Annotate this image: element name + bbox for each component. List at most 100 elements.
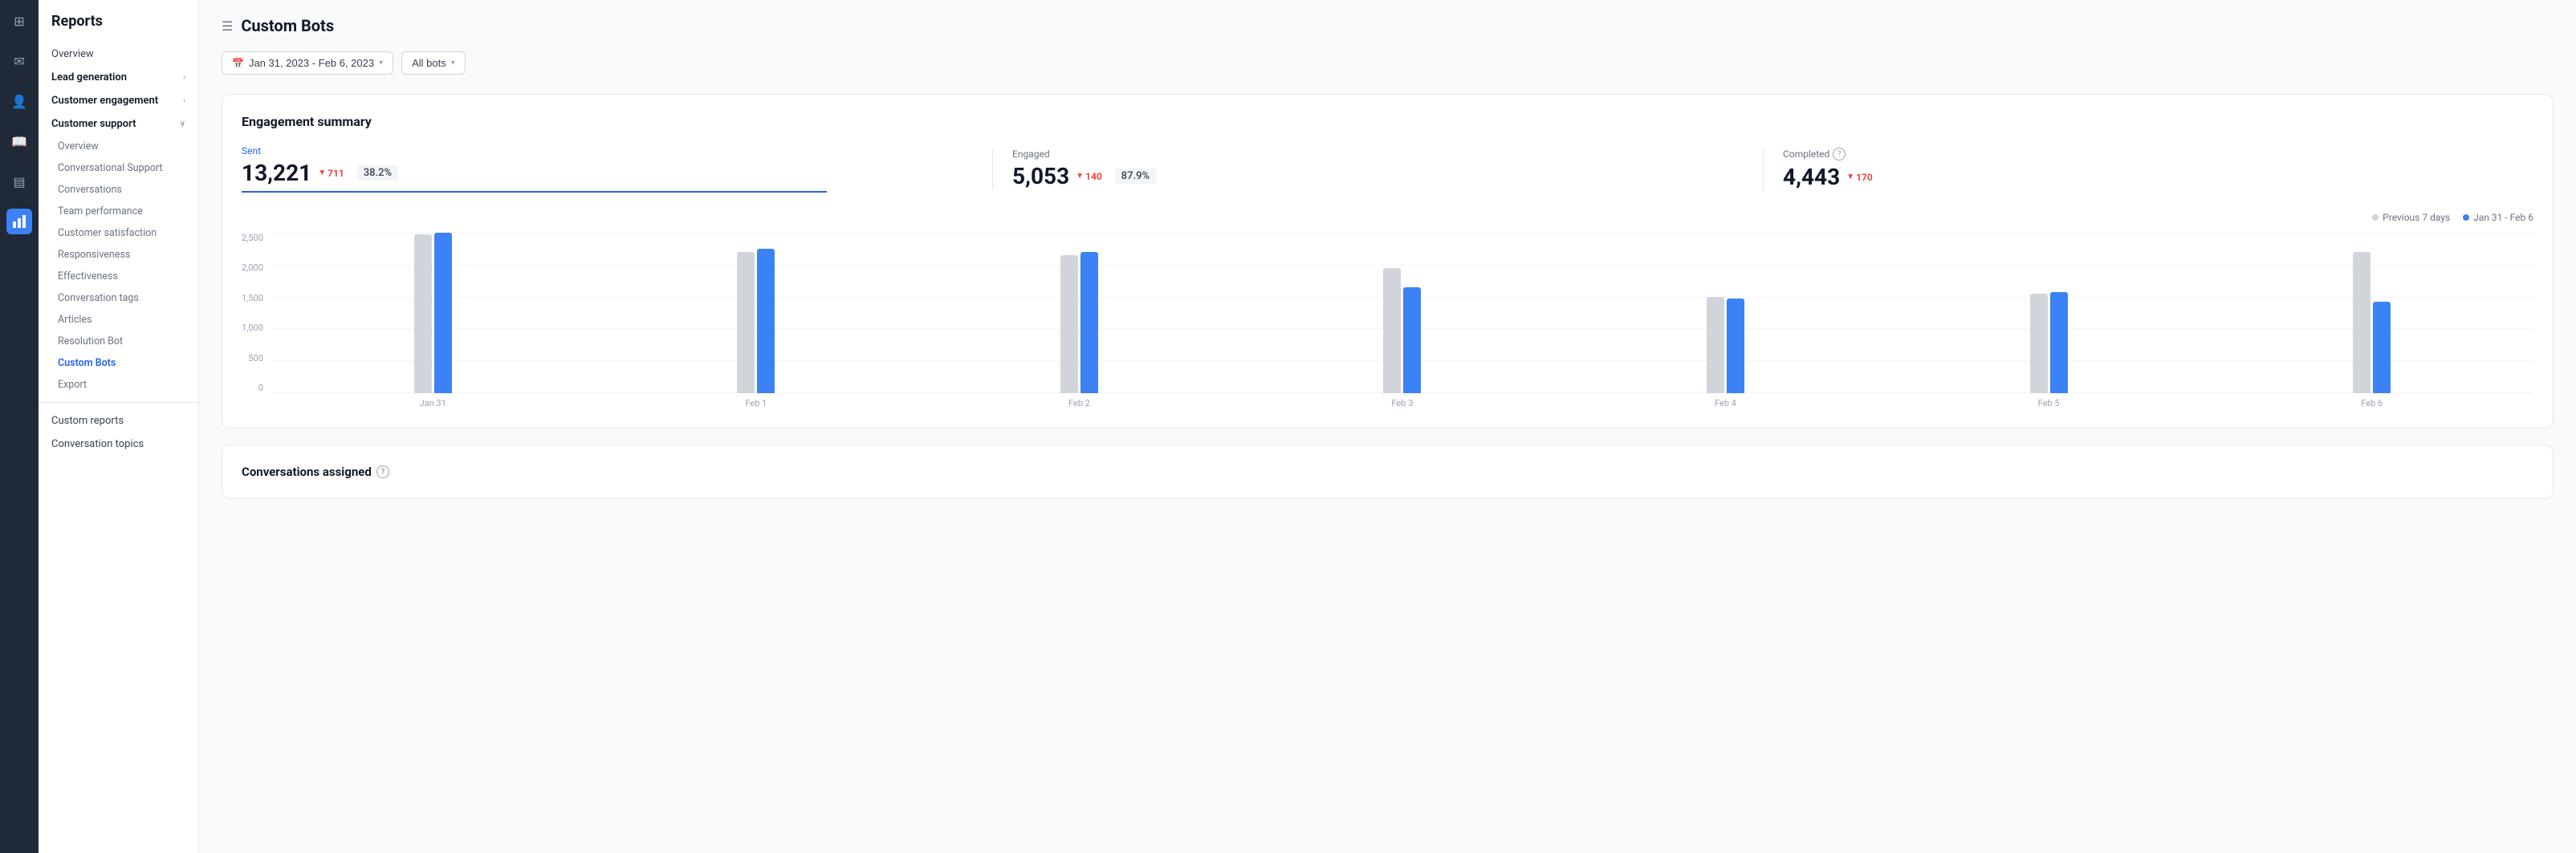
bar-group — [271, 233, 595, 393]
conversations-info-icon[interactable]: ? — [376, 465, 389, 478]
bot-chevron-icon: ▾ — [451, 59, 455, 67]
icon-sidebar: ⊞ ✉ 👤 📖 ▤ — [0, 0, 39, 853]
calendar-icon: 📅 — [232, 58, 244, 69]
bar-current — [757, 249, 775, 393]
date-range-label: Jan 31, 2023 - Feb 6, 2023 — [249, 57, 374, 69]
bar-group — [1887, 292, 2211, 393]
inbox-icon[interactable]: ▤ — [6, 169, 32, 194]
x-label: Feb 4 — [1564, 398, 1887, 408]
sub-export[interactable]: Export — [39, 374, 198, 396]
x-labels: Jan 31Feb 1Feb 2Feb 3Feb 4Feb 5Feb 6 — [271, 398, 2533, 408]
sub-responsiveness[interactable]: Responsiveness — [39, 244, 198, 266]
bar-previous — [737, 252, 755, 393]
bar-group — [918, 252, 1241, 393]
down-arrow-icon: ▼ — [1846, 173, 1854, 181]
sub-customer-satisfaction[interactable]: Customer satisfaction — [39, 222, 198, 244]
sub-resolution-bot[interactable]: Resolution Bot — [39, 331, 198, 352]
bar-current — [1727, 299, 1744, 393]
grid-icon[interactable]: ⊞ — [6, 8, 32, 34]
y-axis: 2,500 2,000 1,500 1,000 500 0 — [242, 233, 271, 393]
stat-completed-value: 4,443 ▼170 — [1783, 164, 1873, 190]
stat-sent-label: Sent — [242, 145, 973, 156]
bar-previous — [1383, 268, 1401, 393]
bar-current — [434, 233, 452, 393]
users-icon[interactable]: 👤 — [6, 88, 32, 114]
stat-sent-percent: 38.2% — [357, 165, 398, 181]
x-label: Jan 31 — [271, 398, 595, 408]
bar-current — [2373, 302, 2391, 393]
sub-conversations[interactable]: Conversations — [39, 179, 198, 201]
chart-inner: Jan 31Feb 1Feb 2Feb 3Feb 4Feb 5Feb 6 — [271, 233, 2533, 408]
stat-completed: Completed ? 4,443 ▼170 — [1763, 148, 2533, 190]
bar-group — [594, 249, 918, 393]
bar-previous — [1060, 255, 1078, 393]
x-label: Feb 6 — [2210, 398, 2533, 408]
sub-custom-bots[interactable]: Custom Bots — [39, 352, 198, 374]
stat-engaged-percent: 87.9% — [1115, 169, 1156, 184]
legend-current-label: Jan 31 - Feb 6 — [2473, 212, 2533, 223]
nav-overview[interactable]: Overview — [39, 43, 198, 66]
bar-current — [1080, 252, 1098, 393]
sub-articles[interactable]: Articles — [39, 309, 198, 331]
page-header: ☰ Custom Bots — [222, 16, 2554, 35]
legend-previous: Previous 7 days — [2372, 212, 2450, 223]
sub-effectiveness[interactable]: Effectiveness — [39, 266, 198, 287]
conversations-assigned-card: Conversations assigned ? — [222, 445, 2554, 499]
nav-custom-reports[interactable]: Custom reports — [39, 409, 198, 433]
stat-sent-value: 13,221 ▼711 — [242, 160, 344, 186]
stat-sent-underline — [242, 191, 827, 193]
bot-filter-button[interactable]: All bots ▾ — [401, 51, 466, 75]
nav-sidebar: Reports Overview Lead generation › Custo… — [39, 0, 199, 853]
x-label: Feb 3 — [1241, 398, 1565, 408]
sub-overview[interactable]: Overview — [39, 136, 198, 157]
nav-lead-generation[interactable]: Lead generation › — [39, 66, 198, 89]
page-title: Custom Bots — [241, 16, 334, 35]
chart-icon[interactable] — [6, 209, 32, 234]
bar-chart-container: 2,500 2,000 1,500 1,000 500 0 — [242, 233, 2533, 408]
legend-current: Jan 31 - Feb 6 — [2463, 212, 2533, 223]
menu-icon[interactable]: ☰ — [222, 18, 233, 34]
engagement-summary-card: Engagement summary Sent 13,221 ▼711 38.2… — [222, 94, 2554, 429]
bar-previous — [1707, 297, 1724, 393]
legend-dot-blue — [2463, 214, 2469, 221]
x-label: Feb 2 — [918, 398, 1241, 408]
down-arrow-icon: ▼ — [318, 169, 326, 177]
date-chevron-icon: ▾ — [379, 59, 383, 67]
bar-previous — [414, 234, 432, 393]
chart-legend: Previous 7 days Jan 31 - Feb 6 — [242, 212, 2533, 223]
book-icon[interactable]: 📖 — [6, 128, 32, 154]
completed-info-icon[interactable]: ? — [1833, 148, 1846, 160]
bar-group — [1564, 297, 1887, 393]
bar-previous — [2353, 252, 2370, 393]
stat-engaged-change: ▼140 — [1076, 171, 1102, 182]
stat-engaged: Engaged 5,053 ▼140 87.9% — [992, 148, 1763, 189]
bars-area — [271, 233, 2533, 393]
down-arrow-icon: ▼ — [1076, 172, 1084, 181]
bar-current — [2050, 292, 2068, 393]
bar-group — [1241, 268, 1565, 393]
nav-customer-support[interactable]: Customer support ∨ — [39, 112, 198, 136]
legend-previous-label: Previous 7 days — [2383, 212, 2450, 223]
nav-conversation-topics[interactable]: Conversation topics — [39, 433, 198, 456]
conversations-assigned-title: Conversations assigned ? — [242, 465, 2533, 479]
stat-completed-change: ▼170 — [1846, 172, 1873, 183]
nav-customer-engagement[interactable]: Customer engagement › — [39, 89, 198, 112]
date-range-button[interactable]: 📅 Jan 31, 2023 - Feb 6, 2023 ▾ — [222, 51, 393, 75]
message-icon[interactable]: ✉ — [6, 48, 32, 74]
stat-engaged-value: 5,053 ▼140 — [1012, 163, 1102, 189]
sub-team-performance[interactable]: Team performance — [39, 201, 198, 222]
stat-sent: Sent 13,221 ▼711 38.2% — [242, 145, 992, 193]
sidebar-title: Reports — [39, 13, 198, 43]
stats-row: Sent 13,221 ▼711 38.2% Engaged — [242, 145, 2533, 193]
chevron-icon: › — [183, 96, 185, 105]
bar-previous — [2030, 294, 2048, 393]
x-label: Feb 5 — [1887, 398, 2211, 408]
sub-conversation-tags[interactable]: Conversation tags — [39, 287, 198, 309]
chevron-icon: ∨ — [180, 120, 185, 128]
legend-dot-gray — [2372, 214, 2379, 221]
engagement-summary-title: Engagement summary — [242, 114, 2533, 129]
stat-engaged-label: Engaged — [1012, 148, 1744, 160]
sub-conversational-support[interactable]: Conversational Support — [39, 157, 198, 179]
bar-current — [1403, 287, 1421, 393]
filter-bar: 📅 Jan 31, 2023 - Feb 6, 2023 ▾ All bots … — [222, 51, 2554, 75]
